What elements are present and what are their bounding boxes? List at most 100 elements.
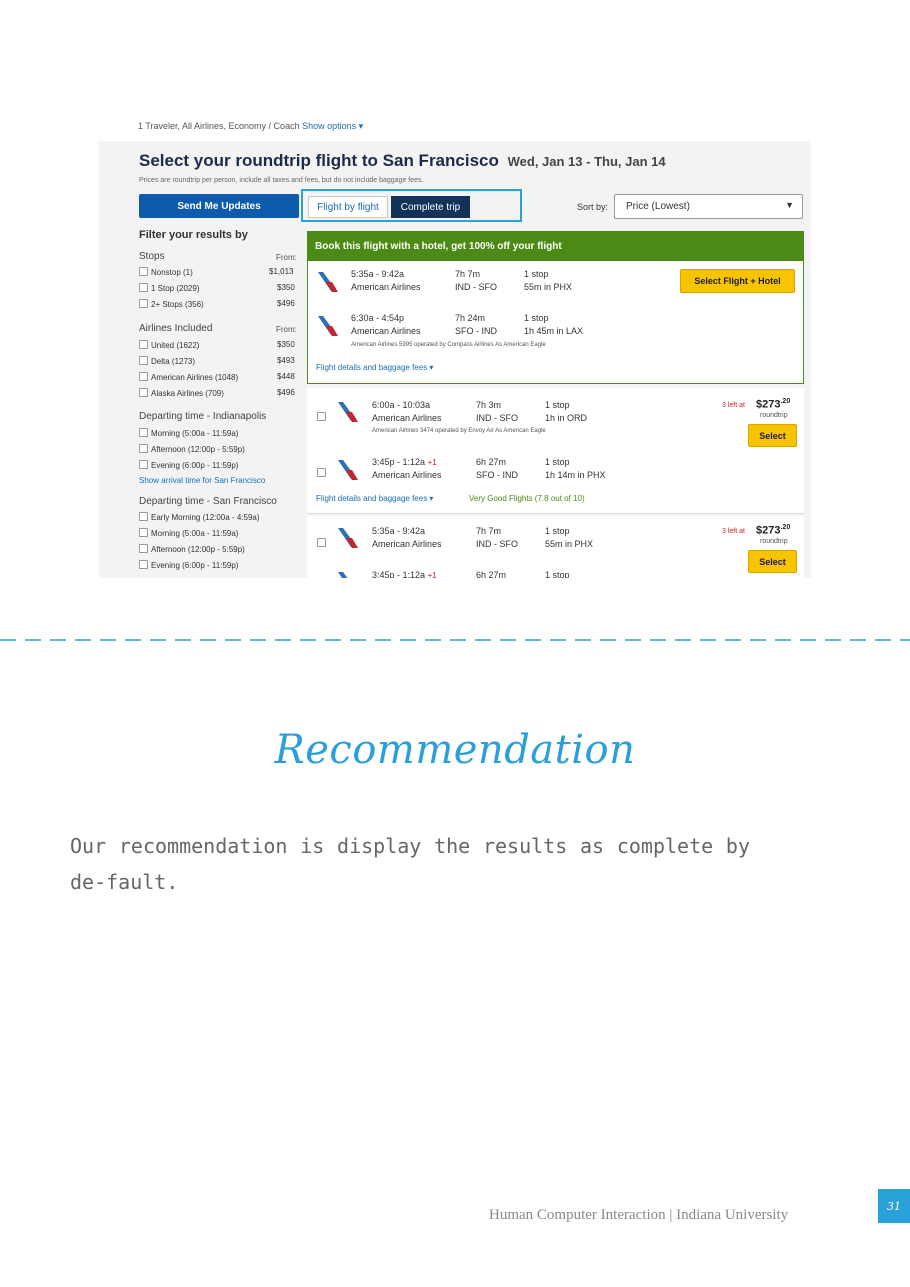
show-arrival-link[interactable]: Show arrival time for San Francisco — [139, 476, 265, 485]
checkbox[interactable] — [317, 412, 326, 421]
depart-sfo-title: Departing time - San Francisco — [139, 496, 277, 507]
checkbox[interactable] — [139, 388, 148, 397]
leg-time: 6:30a - 4:54p — [351, 313, 405, 323]
leg-duration: 6h 27m — [476, 457, 507, 467]
depart-ind-title: Departing time - Indianapolis — [139, 411, 267, 422]
filter-label: Evening (6:00p - 11:59p) — [151, 561, 239, 570]
checkbox[interactable] — [139, 299, 148, 308]
filter-label: Nonstop (1) — [151, 268, 193, 277]
filter-label: Morning (5:00a - 11:59a) — [151, 429, 239, 438]
checkbox[interactable] — [139, 528, 148, 537]
checkbox[interactable] — [139, 372, 148, 381]
filter-alaska[interactable]: Alaska Airlines (709) — [139, 388, 224, 398]
leg-duration: 7h 24m — [455, 313, 486, 323]
complete-trip-tab[interactable]: Complete trip — [391, 196, 470, 218]
leg-time: 6:00a - 10:03a — [372, 400, 431, 410]
leg-airline: American Airlines — [351, 282, 421, 292]
stops-title: Stops — [139, 251, 165, 262]
checkbox[interactable] — [139, 428, 148, 437]
recommendation-title: Recommendation — [274, 727, 636, 773]
checkbox[interactable] — [139, 460, 148, 469]
leg-stops: 1 stop — [524, 269, 549, 279]
filter-evening[interactable]: Evening (6:00p - 11:59p) — [139, 460, 238, 470]
leg-route: IND - SFO — [476, 539, 518, 549]
flight-by-flight-tab[interactable]: Flight by flight — [308, 196, 388, 218]
leg-time: 3:45p - 1:12a +1 — [372, 457, 437, 467]
leg-via: 55m in PHX — [545, 539, 594, 549]
filter-morning[interactable]: Morning (5:00a - 11:59a) — [139, 428, 238, 438]
price: $273.20 — [756, 524, 790, 537]
leg-airline: American Airlines — [372, 539, 442, 549]
page-number: 31 — [878, 1189, 910, 1223]
flight-rating: Very Good Flights (7.8 out of 10) — [469, 494, 585, 503]
leg-route: SFO - IND — [476, 470, 518, 480]
leg-route: IND - SFO — [455, 282, 497, 292]
filter-early-morning[interactable]: Early Morning (12:00a - 4:59a) — [139, 512, 260, 522]
search-summary: 1 Traveler, All Airlines, Economy / Coac… — [138, 121, 363, 132]
airlines-from: From: — [276, 325, 297, 334]
filter-morning-sfo[interactable]: Morning (5:00a - 11:59a) — [139, 528, 238, 538]
price: $273.20 — [756, 398, 790, 411]
leg-stops: 1 stop — [545, 457, 570, 467]
flight-details-link[interactable]: Flight details and baggage fees ▾ — [316, 494, 433, 503]
checkbox[interactable] — [317, 468, 326, 477]
select-button[interactable]: Select — [748, 550, 797, 573]
select-flight-hotel-button[interactable]: Select Flight + Hotel — [680, 269, 795, 293]
filter-label: American Airlines (1048) — [151, 373, 239, 382]
filter-price: $350 — [277, 283, 295, 292]
checkbox[interactable] — [317, 538, 326, 547]
filter-price: $496 — [277, 299, 295, 308]
send-updates-button[interactable]: Send Me Updates — [139, 194, 299, 218]
price-dollars: $273 — [756, 398, 781, 411]
american-airlines-logo-icon — [318, 316, 338, 336]
leg-stops: 1 stop — [545, 526, 570, 536]
filter-american[interactable]: American Airlines (1048) — [139, 372, 238, 382]
filter-1-stop[interactable]: 1 Stop (2029) — [139, 283, 199, 293]
filter-label: 1 Stop (2029) — [151, 284, 200, 293]
filter-delta[interactable]: Delta (1273) — [139, 356, 195, 366]
checkbox[interactable] — [139, 283, 148, 292]
result-checkbox[interactable] — [317, 463, 329, 481]
result-checkbox[interactable] — [317, 533, 329, 551]
checkbox[interactable] — [139, 560, 148, 569]
filter-nonstop[interactable]: Nonstop (1) — [139, 267, 193, 277]
checkbox[interactable] — [139, 444, 148, 453]
sort-select[interactable]: Price (Lowest) ▼ — [614, 194, 803, 219]
american-airlines-logo-icon — [338, 402, 358, 422]
filter-label: Morning (5:00a - 11:59a) — [151, 529, 239, 538]
show-options-link[interactable]: Show options ▾ — [302, 121, 363, 131]
leg-duration: 7h 3m — [476, 400, 502, 410]
filter-afternoon[interactable]: Afternoon (12:00p - 5:59p) — [139, 444, 245, 454]
american-airlines-logo-icon — [318, 272, 338, 292]
leg-via: 1h in ORD — [545, 413, 588, 423]
checkbox[interactable] — [139, 356, 148, 365]
filter-price: $350 — [277, 340, 295, 349]
filter-evening-sfo[interactable]: Evening (6:00p - 11:59p) — [139, 560, 238, 570]
next-day-marker: +1 — [427, 571, 437, 578]
airlines-title: Airlines Included — [139, 323, 213, 334]
leg-stops: 1 stop — [524, 313, 549, 323]
checkbox[interactable] — [139, 340, 148, 349]
flight-details-link[interactable]: Flight details and baggage fees ▾ — [316, 363, 433, 372]
operated-by: American Airlines 5995 operated by Compa… — [351, 342, 546, 348]
american-airlines-logo-icon — [338, 528, 358, 548]
checkbox[interactable] — [139, 267, 148, 276]
american-airlines-logo-icon — [338, 460, 358, 480]
select-button[interactable]: Select — [748, 424, 797, 447]
filter-united[interactable]: United (1622) — [139, 340, 199, 350]
checkbox[interactable] — [139, 512, 148, 521]
filter-label: 2+ Stops (356) — [151, 300, 204, 309]
result-checkbox[interactable] — [317, 407, 329, 425]
flight-search-screenshot: Select your roundtrip flight to San Fran… — [99, 141, 811, 578]
leg-time: 3:45p - 1:12a +1 — [372, 570, 437, 578]
american-airlines-logo-icon — [338, 572, 348, 578]
filter-2-stops[interactable]: 2+ Stops (356) — [139, 299, 204, 309]
leg-via: 1h 45m in LAX — [524, 326, 584, 336]
filter-label: Early Morning (12:00a - 4:59a) — [151, 513, 260, 522]
sort-label: Sort by: — [577, 202, 609, 212]
filter-afternoon-sfo[interactable]: Afternoon (12:00p - 5:59p) — [139, 544, 245, 554]
seats-left: 3 left at — [722, 402, 745, 409]
checkbox[interactable] — [139, 544, 148, 553]
operated-by: American Airlines 3474 operated by Envoy… — [372, 428, 546, 434]
filter-price: $496 — [277, 388, 295, 397]
